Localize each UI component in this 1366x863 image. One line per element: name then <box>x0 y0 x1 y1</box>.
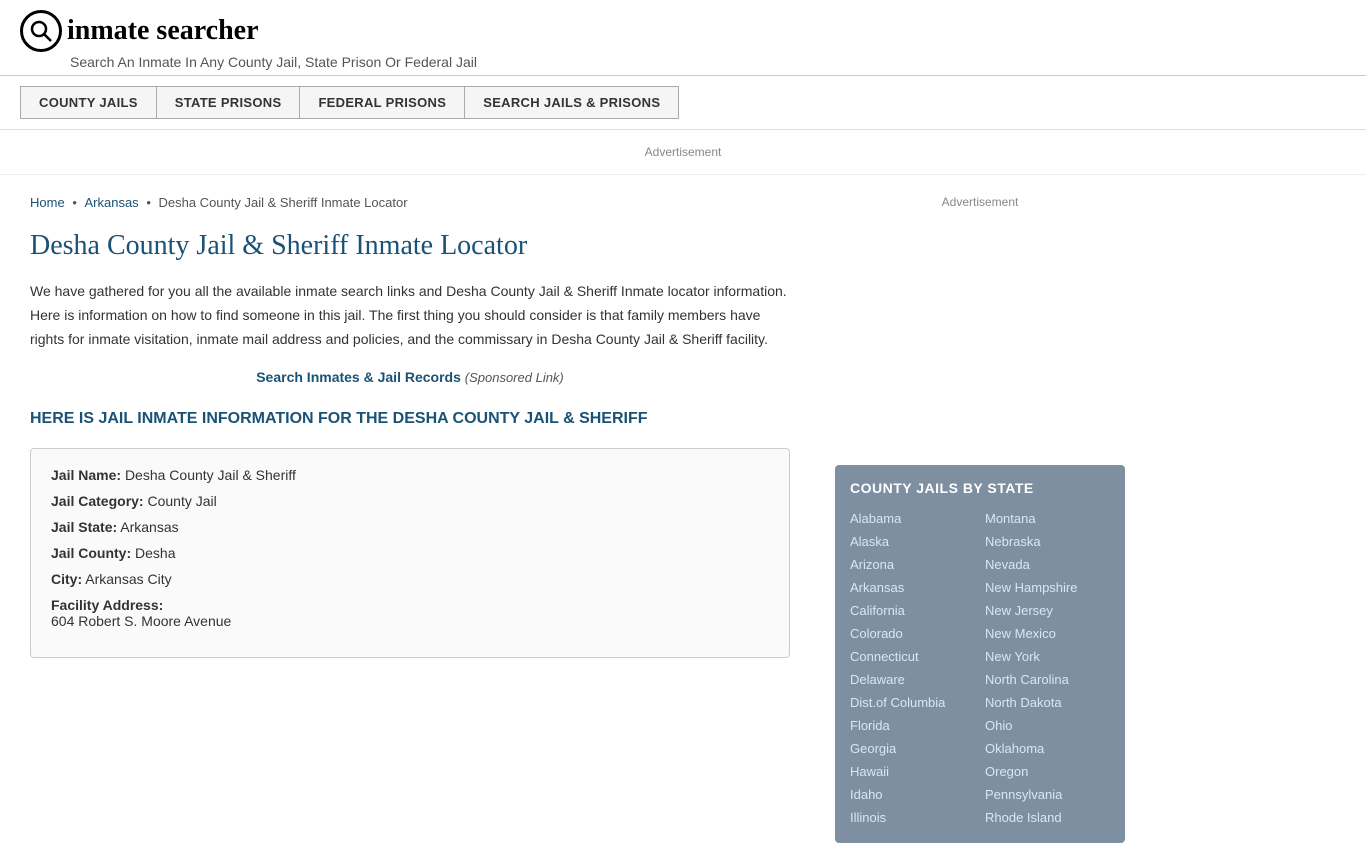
intro-text: We have gathered for you all the availab… <box>30 280 790 351</box>
state-link[interactable]: Oklahoma <box>985 738 1110 759</box>
state-link[interactable]: New Jersey <box>985 600 1110 621</box>
state-link[interactable]: Delaware <box>850 669 975 690</box>
nav-county-jails[interactable]: COUNTY JAILS <box>20 86 156 119</box>
state-link[interactable]: New Hampshire <box>985 577 1110 598</box>
nav-state-prisons[interactable]: STATE PRISONS <box>156 86 300 119</box>
jail-city-row: City: Arkansas City <box>51 571 769 587</box>
breadcrumb-state[interactable]: Arkansas <box>84 195 138 210</box>
site-logo-text: inmate searcher <box>67 15 259 47</box>
jail-name-value-text: Desha County Jail & Sheriff <box>125 467 296 483</box>
sponsored-link[interactable]: Search Inmates & Jail Records <box>256 369 461 385</box>
jail-state-value-text: Arkansas <box>120 519 178 535</box>
jail-county-row: Jail County: Desha <box>51 545 769 561</box>
jail-city-value-text: Arkansas City <box>85 571 171 587</box>
jail-address-value: 604 Robert S. Moore Avenue <box>51 613 769 629</box>
jail-category-value-text: County Jail <box>147 493 216 509</box>
state-link[interactable]: California <box>850 600 975 621</box>
state-box-title: COUNTY JAILS BY STATE <box>850 480 1110 496</box>
breadcrumb-current: Desha County Jail & Sheriff Inmate Locat… <box>158 195 407 210</box>
jail-name-label: Jail Name: <box>51 467 121 483</box>
nav-search-jails-prisons[interactable]: SEARCH JAILS & PRISONS <box>464 86 679 119</box>
jail-state-label: Jail State: <box>51 519 117 535</box>
jail-city-label: City: <box>51 571 82 587</box>
state-link[interactable]: Nevada <box>985 554 1110 575</box>
state-link[interactable]: Nebraska <box>985 531 1110 552</box>
breadcrumb-home[interactable]: Home <box>30 195 65 210</box>
states-grid: Alabama Montana Alaska Nebraska Arizona Nevad… <box>850 508 1110 828</box>
nav-federal-prisons[interactable]: FEDERAL PRISONS <box>299 86 464 119</box>
breadcrumb-sep1: • <box>72 195 80 210</box>
jail-state-row: Jail State: Arkansas <box>51 519 769 535</box>
jail-county-value-text: Desha <box>135 545 175 561</box>
state-link[interactable]: Ohio <box>985 715 1110 736</box>
state-link[interactable]: Connecticut <box>850 646 975 667</box>
jail-address-row: Facility Address: 604 Robert S. Moore Av… <box>51 597 769 629</box>
jail-info-box: Jail Name: Desha County Jail & Sheriff J… <box>30 448 790 658</box>
section-heading: HERE IS JAIL INMATE INFORMATION FOR THE … <box>30 410 790 428</box>
jail-county-label: Jail County: <box>51 545 131 561</box>
state-link[interactable]: North Carolina <box>985 669 1110 690</box>
state-link[interactable]: Pennsylvania <box>985 784 1110 805</box>
state-link[interactable]: Arizona <box>850 554 975 575</box>
state-link[interactable]: Florida <box>850 715 975 736</box>
sidebar: Advertisement COUNTY JAILS BY STATE Alab… <box>820 175 1140 863</box>
top-ad-banner: Advertisement <box>0 130 1366 175</box>
state-link[interactable]: Oregon <box>985 761 1110 782</box>
state-link[interactable]: New York <box>985 646 1110 667</box>
main-content: Home • Arkansas • Desha County Jail & Sh… <box>0 175 820 863</box>
state-link[interactable]: Idaho <box>850 784 975 805</box>
jail-name-row: Jail Name: Desha County Jail & Sheriff <box>51 467 769 483</box>
county-jails-by-state-box: COUNTY JAILS BY STATE Alabama Montana Alas… <box>835 465 1125 843</box>
sponsored-link-container: Search Inmates & Jail Records (Sponsored… <box>30 369 790 385</box>
jail-category-label: Jail Category: <box>51 493 144 509</box>
state-link[interactable]: Alaska <box>850 531 975 552</box>
logo-icon <box>20 10 62 52</box>
jail-address-label: Facility Address: <box>51 597 769 613</box>
state-link[interactable]: Georgia <box>850 738 975 759</box>
breadcrumb: Home • Arkansas • Desha County Jail & Sh… <box>30 195 790 210</box>
jail-category-row: Jail Category: County Jail <box>51 493 769 509</box>
page-title: Desha County Jail & Sheriff Inmate Locat… <box>30 230 790 262</box>
sponsored-note-text: (Sponsored Link) <box>465 370 564 385</box>
state-link[interactable]: Rhode Island <box>985 807 1110 828</box>
state-link[interactable]: Colorado <box>850 623 975 644</box>
site-header: inmate searcher Search An Inmate In Any … <box>0 0 1366 130</box>
sidebar-ad: Advertisement <box>835 195 1125 445</box>
state-link[interactable]: Arkansas <box>850 577 975 598</box>
breadcrumb-sep2: • <box>146 195 154 210</box>
state-link[interactable]: North Dakota <box>985 692 1110 713</box>
state-link[interactable]: New Mexico <box>985 623 1110 644</box>
state-link[interactable]: Hawaii <box>850 761 975 782</box>
site-tagline: Search An Inmate In Any County Jail, Sta… <box>20 54 1346 70</box>
state-link[interactable]: Alabama <box>850 508 975 529</box>
state-link[interactable]: Dist.of Columbia <box>850 692 975 713</box>
state-link[interactable]: Montana <box>985 508 1110 529</box>
state-link[interactable]: Illinois <box>850 807 975 828</box>
main-nav: COUNTY JAILS STATE PRISONS FEDERAL PRISO… <box>0 76 1366 130</box>
